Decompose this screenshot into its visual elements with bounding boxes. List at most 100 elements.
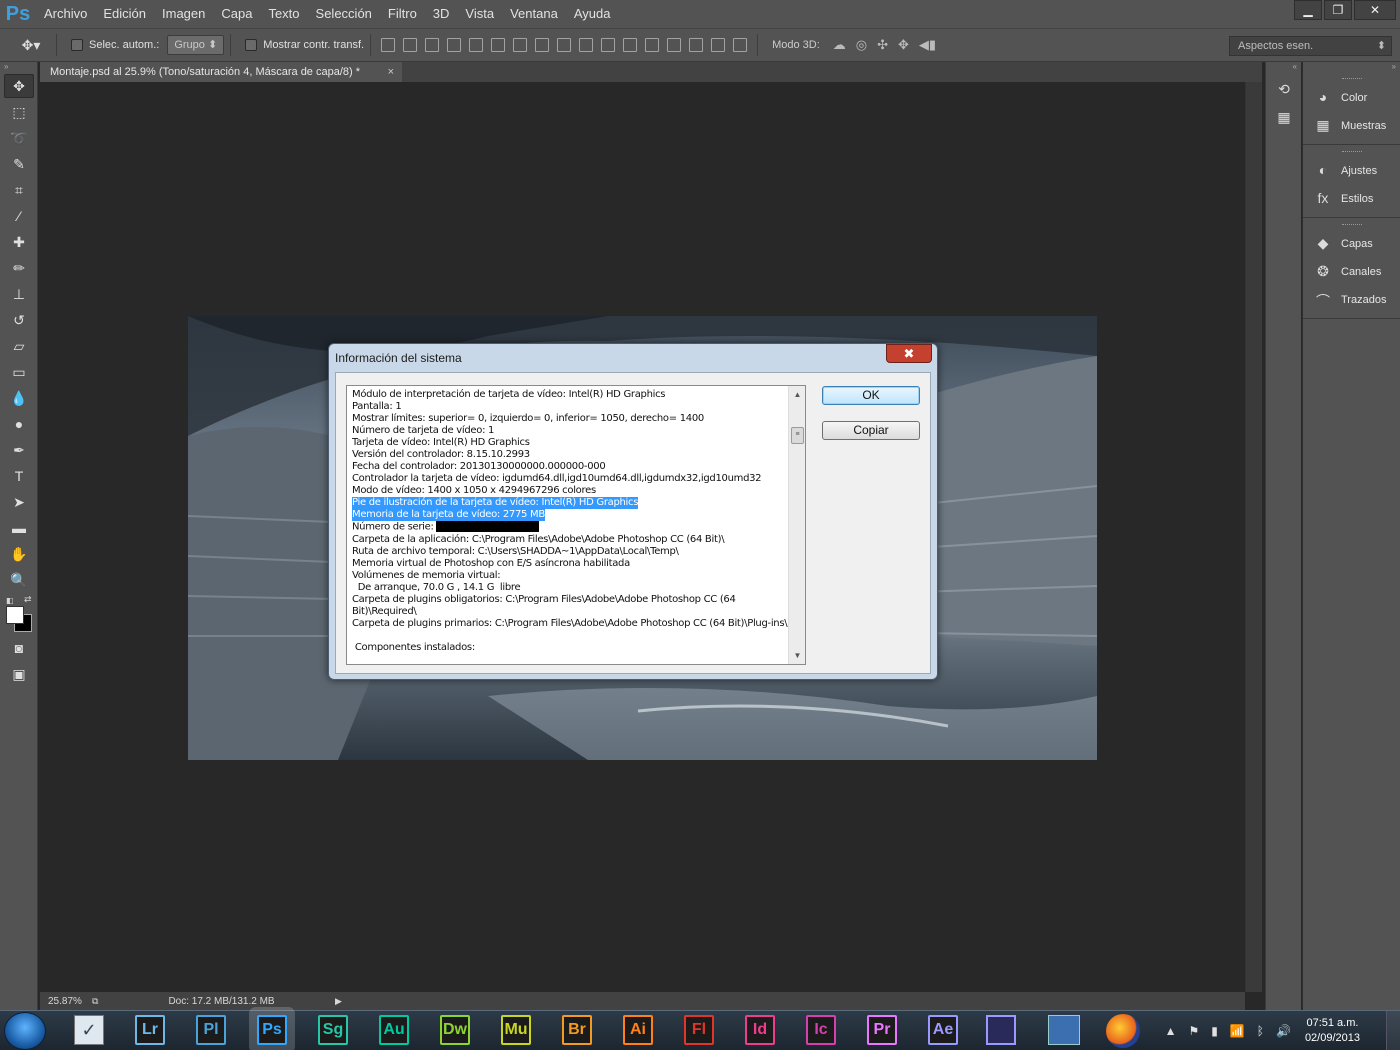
close-window-button[interactable]: ✕: [1354, 0, 1396, 20]
align-distribute-icon[interactable]: [645, 38, 660, 52]
restore-button[interactable]: ❐: [1324, 0, 1352, 20]
collapse-icon[interactable]: »: [0, 62, 37, 72]
workspace-select[interactable]: Aspectos esen. ⬍: [1229, 36, 1392, 56]
taskbar-app-br[interactable]: Br: [562, 1015, 592, 1045]
menu-item[interactable]: Capa: [213, 0, 260, 28]
scale-3d-icon[interactable]: ◀▮: [919, 37, 936, 53]
close-tab-icon[interactable]: ×: [388, 62, 394, 82]
panel-item-color[interactable]: ◕ Color: [1303, 84, 1400, 112]
align-distribute-icon[interactable]: [601, 38, 616, 52]
blur-tool-icon[interactable]: 💧: [4, 386, 34, 410]
properties-icon[interactable]: ▦: [1273, 106, 1295, 128]
brush-tool-icon[interactable]: ✏: [4, 256, 34, 280]
show-desktop-button[interactable]: [1386, 1011, 1400, 1050]
move-tool-preset-icon[interactable]: ✥▾: [16, 33, 46, 57]
status-menu-icon[interactable]: ▶: [335, 996, 342, 1007]
align-distribute-icon[interactable]: [623, 38, 638, 52]
default-colors-icon[interactable]: ◧: [6, 596, 14, 605]
group-select[interactable]: Grupo ⬍: [167, 35, 225, 55]
align-distribute-icon[interactable]: [425, 38, 440, 52]
orbit-3d-icon[interactable]: ☁: [833, 37, 846, 53]
copy-button[interactable]: Copiar: [822, 421, 920, 440]
panel-item-trazados[interactable]: ⌒ Trazados: [1303, 286, 1400, 314]
system-info-textbox[interactable]: Módulo de interpretación de tarjeta de v…: [346, 385, 806, 665]
history-icon[interactable]: ⟲: [1273, 78, 1295, 100]
bluetooth-icon[interactable]: ᛒ: [1257, 1024, 1264, 1038]
healing-brush-tool-icon[interactable]: ✚: [4, 230, 34, 254]
quick-mask-icon[interactable]: ◙: [4, 636, 34, 660]
menu-item[interactable]: Texto: [260, 0, 307, 28]
type-tool-icon[interactable]: T: [4, 464, 34, 488]
menu-item[interactable]: Selección: [308, 0, 380, 28]
taskbar-app-lr[interactable]: Lr: [135, 1015, 165, 1045]
scroll-down-icon[interactable]: ▼: [789, 647, 805, 664]
foreground-color-swatch[interactable]: [6, 606, 24, 624]
taskbar-app-ae[interactable]: Ae: [928, 1015, 958, 1045]
action-center-flag-icon[interactable]: ⚑: [1188, 1024, 1199, 1038]
document-tab[interactable]: Montaje.psd al 25.9% (Tono/saturación 4,…: [40, 62, 402, 82]
taskbar-app-ic[interactable]: Ic: [806, 1015, 836, 1045]
scroll-thumb[interactable]: ≡: [791, 427, 804, 444]
volume-icon[interactable]: 🔊: [1276, 1024, 1291, 1038]
taskbar-app-pl[interactable]: Pl: [196, 1015, 226, 1045]
eraser-tool-icon[interactable]: ▱: [4, 334, 34, 358]
vertical-scrollbar[interactable]: [1245, 82, 1262, 992]
scroll-up-icon[interactable]: ▲: [789, 386, 805, 403]
menu-item[interactable]: Filtro: [380, 0, 425, 28]
roll-3d-icon[interactable]: ◎: [856, 37, 867, 53]
network-signal-icon[interactable]: 📶: [1230, 1024, 1245, 1038]
history-brush-tool-icon[interactable]: ↺: [4, 308, 34, 332]
align-distribute-icon[interactable]: [689, 38, 704, 52]
zoom-level[interactable]: 25.87%: [40, 996, 88, 1007]
notepad-app-icon[interactable]: ✓: [74, 1015, 104, 1045]
path-selection-tool-icon[interactable]: ➤: [4, 490, 34, 514]
taskbar-app-fl[interactable]: Fl: [684, 1015, 714, 1045]
move-tool-icon[interactable]: ✥: [4, 74, 34, 98]
quick-selection-tool-icon[interactable]: ✎: [4, 152, 34, 176]
dialog-close-button[interactable]: ✖: [886, 344, 932, 363]
battery-icon[interactable]: ▮: [1211, 1024, 1218, 1038]
menu-item[interactable]: Vista: [457, 0, 502, 28]
align-distribute-icon[interactable]: [535, 38, 550, 52]
taskbar-app-dw[interactable]: Dw: [440, 1015, 470, 1045]
menu-item[interactable]: Ayuda: [566, 0, 619, 28]
menu-item[interactable]: Ventana: [502, 0, 566, 28]
taskbar-app-mu[interactable]: Mu: [501, 1015, 531, 1045]
panel-item-muestras[interactable]: ▦ Muestras: [1303, 112, 1400, 140]
taskbar-app-id[interactable]: Id: [745, 1015, 775, 1045]
marquee-tool-icon[interactable]: ⬚: [4, 100, 34, 124]
menu-item[interactable]: Archivo: [36, 0, 95, 28]
slide-3d-icon[interactable]: ✥: [898, 37, 909, 53]
align-distribute-icon[interactable]: [711, 38, 726, 52]
clock[interactable]: 07:51 a.m. 02/09/2013: [1305, 1016, 1360, 1046]
eyedropper-tool-icon[interactable]: ⁄: [4, 204, 34, 228]
drag-3d-icon[interactable]: ✣: [877, 37, 888, 53]
info-scrollbar[interactable]: ▲ ≡ ▼: [788, 386, 805, 664]
align-distribute-icon[interactable]: [403, 38, 418, 52]
taskbar-app-ps[interactable]: Ps: [257, 1015, 287, 1045]
clone-stamp-tool-icon[interactable]: ⊥: [4, 282, 34, 306]
lasso-tool-icon[interactable]: ➰: [4, 126, 34, 150]
swap-colors-icon[interactable]: ⇄: [24, 594, 32, 605]
crop-tool-icon[interactable]: ⌗: [4, 178, 34, 202]
media-encoder-app-icon[interactable]: [986, 1015, 1016, 1045]
minimize-button[interactable]: ▁: [1294, 0, 1322, 20]
zoom-tool-icon[interactable]: 🔍: [4, 568, 34, 592]
align-distribute-icon[interactable]: [557, 38, 572, 52]
checkbox-box[interactable]: [245, 39, 258, 51]
panel-item-capas[interactable]: ◆ Capas: [1303, 230, 1400, 258]
align-distribute-icon[interactable]: [733, 38, 748, 52]
hand-tool-icon[interactable]: ✋: [4, 542, 34, 566]
show-transform-checkbox[interactable]: Mostrar contr. transf.: [245, 39, 364, 51]
menu-item[interactable]: Edición: [95, 0, 154, 28]
auto-select-checkbox[interactable]: Selec. autom.:: [71, 39, 159, 51]
ok-button[interactable]: OK: [822, 386, 920, 405]
collapse-icon[interactable]: «: [1266, 62, 1301, 72]
menu-item[interactable]: 3D: [425, 0, 458, 28]
firefox-app-icon[interactable]: [1106, 1014, 1140, 1048]
taskbar-app-sg[interactable]: Sg: [318, 1015, 348, 1045]
taskbar-app-ai[interactable]: Ai: [623, 1015, 653, 1045]
checkbox-box[interactable]: [71, 39, 83, 51]
panel-item-canales[interactable]: ❂ Canales: [1303, 258, 1400, 286]
align-distribute-icon[interactable]: [579, 38, 594, 52]
